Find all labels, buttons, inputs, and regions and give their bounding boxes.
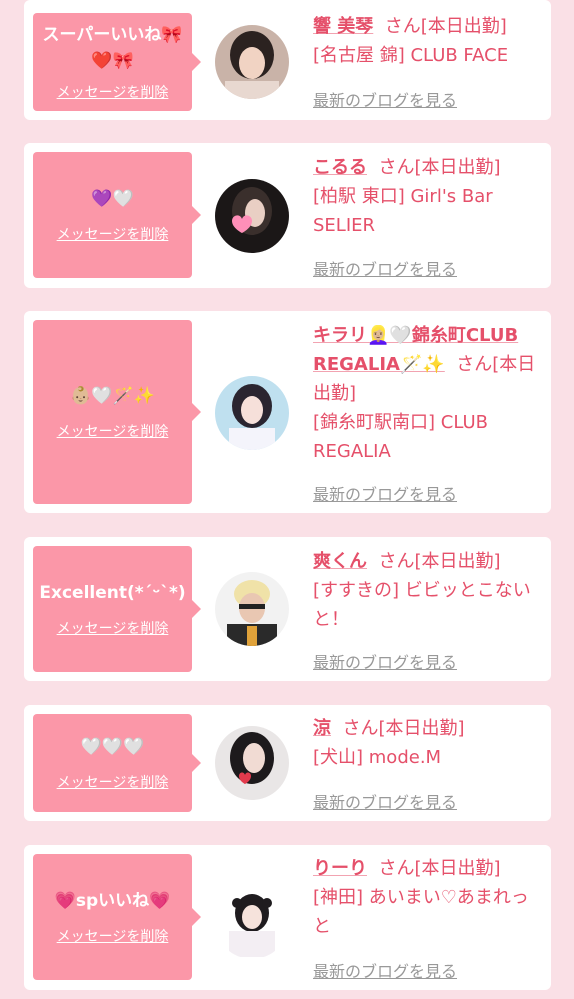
cast-name-link[interactable]: 涼	[313, 718, 331, 739]
message-text: 👶🏼🤍🪄✨	[70, 386, 155, 406]
status-text: さん[本日出勤]	[378, 157, 501, 178]
message-bubble: 🤍🤍🤍 メッセージを削除	[33, 714, 201, 812]
cast-info: りーり さん[本日出勤] [神田] あいまい♡あまれっと	[313, 854, 541, 941]
cast-info: キラリ👱🏼‍♀️🤍錦糸町CLUB REGALIA🪄✨ さん[本日出勤] [錦糸町…	[313, 321, 541, 466]
blog-link[interactable]: 最新のブログを見る	[313, 481, 457, 505]
message-card: 🤍🤍🤍 メッセージを削除 涼 さん[本日出勤] [犬山] mode.M 最新のブ…	[24, 705, 551, 821]
shop-text: [錦糸町駅南口] CLUB REGALIA	[313, 412, 488, 462]
avatar[interactable]	[215, 726, 289, 800]
message-bubble: 👶🏼🤍🪄✨ メッセージを削除	[33, 320, 201, 504]
message-card: 💜🤍 メッセージを削除 こるる さん[本日出勤] [柏駅 東口] Girl's …	[24, 143, 551, 288]
message-text: 💗spいいね💗	[54, 891, 171, 911]
blog-link[interactable]: 最新のブログを見る	[313, 87, 457, 111]
message-bubble: 💜🤍 メッセージを削除	[33, 152, 201, 278]
message-text: スーパーいいね🎀❤️🎀	[42, 25, 183, 71]
delete-message-link[interactable]: メッセージを削除	[57, 421, 169, 441]
delete-message-link[interactable]: メッセージを削除	[57, 926, 169, 946]
cast-info: 涼 さん[本日出勤] [犬山] mode.M	[313, 714, 541, 772]
cast-info: 響 美琴 さん[本日出勤] [名古屋 錦] CLUB FACE	[313, 12, 541, 70]
avatar[interactable]	[215, 179, 289, 253]
avatar[interactable]	[215, 376, 289, 450]
cast-info: こるる さん[本日出勤] [柏駅 東口] Girl's Bar SELIER	[313, 153, 541, 240]
shop-text: [柏駅 東口] Girl's Bar SELIER	[313, 186, 493, 236]
message-bubble: Excellent(*ˊᵕˋ*) メッセージを削除	[33, 546, 201, 672]
cast-name-link[interactable]: りーり	[313, 858, 367, 879]
avatar[interactable]	[215, 25, 289, 99]
status-text: さん[本日出勤]	[342, 718, 465, 739]
message-text: 🤍🤍🤍	[80, 737, 145, 757]
shop-text: [名古屋 錦] CLUB FACE	[313, 45, 509, 66]
status-text: さん[本日出勤]	[378, 858, 501, 879]
message-card: 👶🏼🤍🪄✨ メッセージを削除 キラリ👱🏼‍♀️🤍錦糸町CLUB REGALIA🪄…	[24, 311, 551, 513]
status-text: さん[本日出勤]	[384, 16, 507, 37]
message-card: 💗spいいね💗 メッセージを削除 りーり さん[本日出勤] [神田] あいまい♡…	[24, 845, 551, 990]
blog-link[interactable]: 最新のブログを見る	[313, 789, 457, 813]
message-bubble: 💗spいいね💗 メッセージを削除	[33, 854, 201, 980]
delete-message-link[interactable]: メッセージを削除	[57, 224, 169, 244]
message-text: 💜🤍	[91, 189, 134, 209]
status-text: さん[本日出勤]	[378, 551, 501, 572]
delete-message-link[interactable]: メッセージを削除	[57, 772, 169, 792]
avatar[interactable]	[215, 572, 289, 646]
cast-name-link[interactable]: 響 美琴	[313, 16, 373, 37]
shop-text: [すすきの] ビビッとこないと！	[313, 580, 531, 630]
message-text: Excellent(*ˊᵕˋ*)	[39, 583, 186, 603]
delete-message-link[interactable]: メッセージを削除	[57, 618, 169, 638]
message-bubble: スーパーいいね🎀❤️🎀 メッセージを削除	[33, 13, 201, 111]
cast-info: 爽くん さん[本日出勤] [すすきの] ビビッとこないと！	[313, 547, 541, 634]
shop-text: [神田] あいまい♡あまれっと	[313, 887, 529, 937]
avatar[interactable]	[215, 885, 289, 959]
cast-name-link[interactable]: 爽くん	[313, 551, 367, 572]
shop-text: [犬山] mode.M	[313, 747, 442, 768]
delete-message-link[interactable]: メッセージを削除	[57, 82, 169, 102]
blog-link[interactable]: 最新のブログを見る	[313, 958, 457, 982]
cast-name-link[interactable]: こるる	[313, 157, 367, 178]
message-card: Excellent(*ˊᵕˋ*) メッセージを削除 爽くん さん[本日出勤] […	[24, 537, 551, 681]
blog-link[interactable]: 最新のブログを見る	[313, 256, 457, 280]
message-card: スーパーいいね🎀❤️🎀 メッセージを削除 響 美琴 さん[本日出勤] [名古屋 …	[24, 0, 551, 120]
blog-link[interactable]: 最新のブログを見る	[313, 649, 457, 673]
